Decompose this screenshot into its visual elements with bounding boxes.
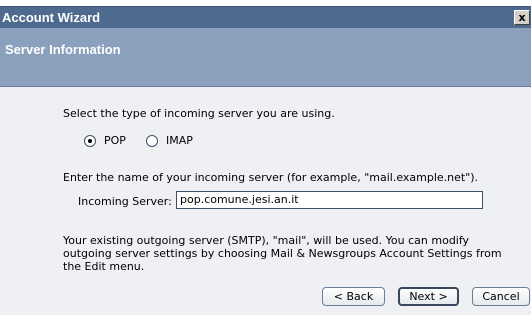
incoming-server-input[interactable]: pop.comune.jesi.an.it <box>176 191 483 209</box>
back-button[interactable]: < Back <box>322 287 385 306</box>
close-icon: x <box>518 11 526 24</box>
title-bar: Account Wizard x <box>0 6 531 28</box>
close-button[interactable]: x <box>514 10 530 25</box>
incoming-server-label: Incoming Server: <box>78 195 172 208</box>
next-button[interactable]: Next > <box>398 287 459 306</box>
server-type-prompt: Select the type of incoming server you a… <box>63 107 335 120</box>
note-line: outgoing server settings by choosing Mai… <box>63 247 502 260</box>
imap-radio-label[interactable]: IMAP <box>166 134 193 147</box>
note-line: the Edit menu. <box>63 260 145 273</box>
cancel-button[interactable]: Cancel <box>472 287 530 306</box>
pop-radio-label[interactable]: POP <box>104 134 126 147</box>
incoming-server-prompt: Enter the name of your incoming server (… <box>63 171 479 184</box>
pop-radio[interactable] <box>84 135 96 147</box>
outgoing-server-note: Your existing outgoing server (SMTP), "m… <box>63 234 502 273</box>
window-title: Account Wizard <box>2 10 101 25</box>
note-line: Your existing outgoing server (SMTP), "m… <box>63 234 470 247</box>
wizard-content: Select the type of incoming server you a… <box>0 87 531 315</box>
radio-selected-dot <box>88 139 92 143</box>
page-title: Server Information <box>5 42 121 57</box>
wizard-header: Server Information <box>0 28 531 87</box>
imap-radio[interactable] <box>146 135 158 147</box>
